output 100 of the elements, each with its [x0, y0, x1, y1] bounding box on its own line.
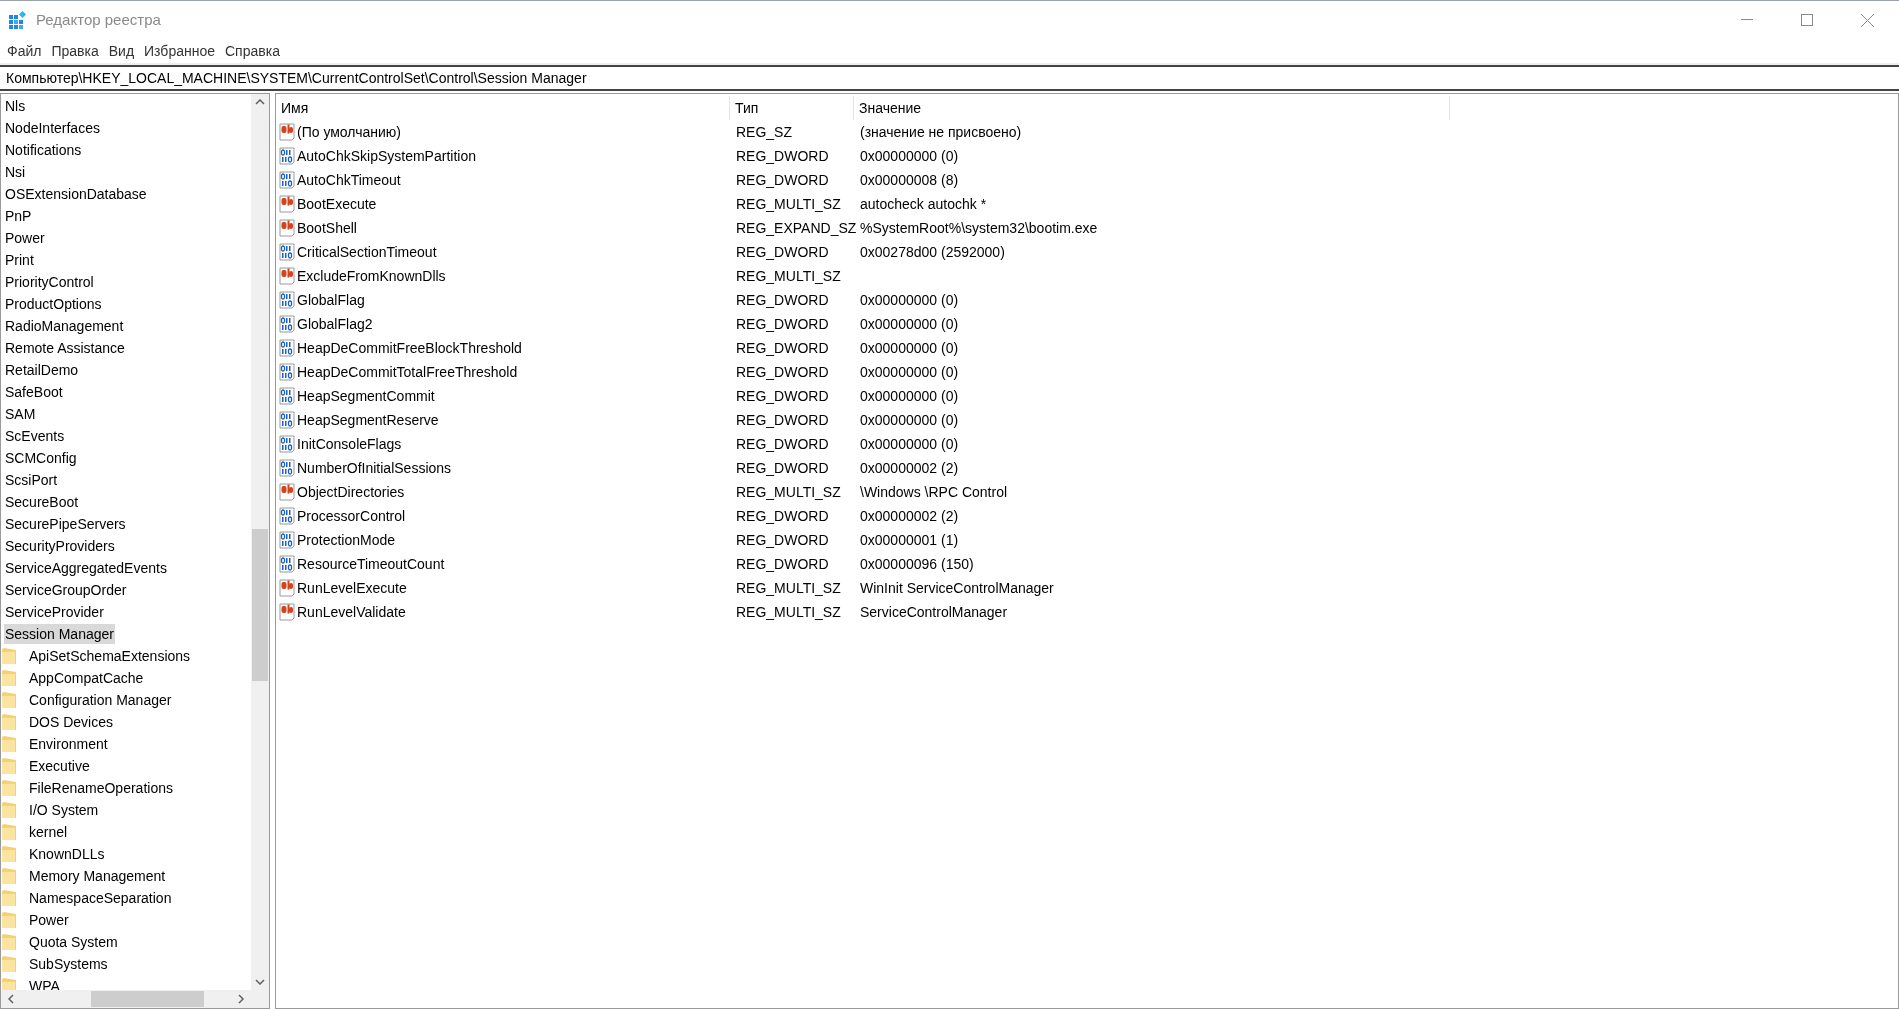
- tree-item[interactable]: SAM: [4, 404, 37, 424]
- tree-item[interactable]: NamespaceSeparation: [28, 888, 173, 908]
- tree-item[interactable]: Notifications: [4, 140, 83, 160]
- tree-item[interactable]: I/O System: [28, 800, 100, 820]
- value-name[interactable]: GlobalFlag2: [297, 313, 373, 335]
- menu-item[interactable]: Избранное: [139, 40, 220, 62]
- tree-item[interactable]: SecurePipeServers: [4, 514, 127, 534]
- value-name[interactable]: GlobalFlag: [297, 289, 365, 311]
- tree-item[interactable]: Power: [28, 910, 70, 930]
- value-name[interactable]: ProtectionMode: [297, 529, 396, 551]
- tree-item[interactable]: Configuration Manager: [28, 690, 173, 710]
- value-name[interactable]: HeapDeCommitTotalFreeThreshold: [297, 361, 518, 383]
- tree-item[interactable]: PriorityControl: [4, 272, 95, 292]
- tree-item[interactable]: Session Manager: [4, 624, 115, 644]
- folder-icon: [2, 780, 16, 796]
- value-name[interactable]: HeapSegmentCommit: [297, 385, 435, 407]
- value-name[interactable]: ResourceTimeoutCount: [297, 553, 445, 575]
- tree-item[interactable]: Remote Assistance: [4, 338, 126, 358]
- column-header[interactable]: Имя: [276, 96, 730, 120]
- tree-item[interactable]: SecureBoot: [4, 492, 80, 512]
- tree-item[interactable]: ServiceGroupOrder: [4, 580, 128, 600]
- tree-item[interactable]: OSExtensionDatabase: [4, 184, 148, 204]
- menu-item[interactable]: Справка: [220, 40, 285, 62]
- value-type: REG_SZ: [735, 122, 793, 142]
- menu-item[interactable]: Файл: [2, 40, 47, 62]
- value-type: REG_DWORD: [735, 242, 830, 262]
- value-data: (значение не присвоено): [859, 122, 1022, 142]
- value-data: WinInit ServiceControlManager: [859, 578, 1054, 598]
- value-type: REG_DWORD: [735, 506, 830, 526]
- registry-app-icon: [9, 11, 27, 29]
- tree-item[interactable]: NodeInterfaces: [4, 118, 101, 138]
- tree-item[interactable]: ServiceProvider: [4, 602, 105, 622]
- tree-item[interactable]: SafeBoot: [4, 382, 64, 402]
- value-name[interactable]: BootShell: [297, 217, 357, 239]
- value-type: REG_DWORD: [735, 338, 830, 358]
- tree-item[interactable]: Power: [4, 228, 46, 248]
- menu-item[interactable]: Правка: [46, 40, 104, 62]
- tree-item[interactable]: DOS Devices: [28, 712, 115, 732]
- folder-icon: [2, 714, 16, 730]
- tree-item[interactable]: FileRenameOperations: [28, 778, 174, 798]
- tree-item[interactable]: ScEvents: [4, 426, 66, 446]
- value-data: 0x00000000 (0): [859, 290, 959, 310]
- binary-value-icon: [279, 507, 295, 525]
- tree-item[interactable]: ApiSetSchemaExtensions: [28, 646, 192, 666]
- column-header[interactable]: Значение: [854, 96, 1450, 120]
- value-name[interactable]: InitConsoleFlags: [297, 433, 402, 455]
- tree-item[interactable]: ScsiPort: [4, 470, 59, 490]
- value-name[interactable]: NumberOfInitialSessions: [297, 457, 452, 479]
- tree-item[interactable]: Executive: [28, 756, 91, 776]
- address-bar[interactable]: Компьютер\HKEY_LOCAL_MACHINE\SYSTEM\CurrentControlSet\Control\Session Manager: [0, 65, 1899, 91]
- value-name[interactable]: (По умолчанию): [297, 121, 401, 143]
- close-icon: [1860, 13, 1874, 27]
- tree-item[interactable]: RetailDemo: [4, 360, 80, 380]
- value-type: REG_EXPAND_SZ: [735, 218, 854, 238]
- binary-value-icon: [279, 291, 295, 309]
- binary-value-icon: [279, 459, 295, 477]
- folder-icon: [2, 648, 16, 664]
- horizontal-scrollbar[interactable]: [1, 990, 269, 1008]
- value-type: REG_DWORD: [735, 290, 830, 310]
- scrollbar-thumb[interactable]: [91, 991, 204, 1007]
- binary-value-icon: [279, 171, 295, 189]
- value-name[interactable]: CriticalSectionTimeout: [297, 241, 437, 263]
- value-name[interactable]: RunLevelValidate: [297, 601, 406, 623]
- tree-item[interactable]: SCMConfig: [4, 448, 78, 468]
- tree-item[interactable]: SecurityProviders: [4, 536, 116, 556]
- scroll-up-icon: [255, 99, 265, 105]
- value-name[interactable]: HeapDeCommitFreeBlockThreshold: [297, 337, 522, 359]
- binary-value-icon: [279, 435, 295, 453]
- value-data: 0x00000000 (0): [859, 386, 959, 406]
- folder-icon: [2, 978, 16, 990]
- vertical-scrollbar[interactable]: [251, 94, 269, 990]
- tree-item[interactable]: PnP: [4, 206, 33, 226]
- tree-item[interactable]: kernel: [28, 822, 69, 842]
- folder-icon: [2, 670, 16, 686]
- tree-item[interactable]: Nsi: [4, 162, 27, 182]
- tree-item[interactable]: AppCompatCache: [28, 668, 145, 688]
- value-name[interactable]: RunLevelExecute: [297, 577, 407, 599]
- scrollbar-thumb[interactable]: [252, 529, 268, 681]
- tree-item[interactable]: KnownDLLs: [28, 844, 106, 864]
- value-name[interactable]: ProcessorControl: [297, 505, 406, 527]
- tree-item[interactable]: Nls: [4, 96, 27, 116]
- value-name[interactable]: AutoChkSkipSystemPartition: [297, 145, 476, 167]
- tree-item[interactable]: ProductOptions: [4, 294, 103, 314]
- tree-item[interactable]: Print: [4, 250, 35, 270]
- tree-item[interactable]: RadioManagement: [4, 316, 125, 336]
- value-name[interactable]: ExcludeFromKnownDlls: [297, 265, 446, 287]
- tree-item[interactable]: SubSystems: [28, 954, 109, 974]
- value-name[interactable]: BootExecute: [297, 193, 377, 215]
- value-type: REG_DWORD: [735, 530, 830, 550]
- value-type: REG_MULTI_SZ: [735, 266, 842, 286]
- tree-item[interactable]: Memory Management: [28, 866, 167, 886]
- tree-item[interactable]: Quota System: [28, 932, 119, 952]
- value-name[interactable]: HeapSegmentReserve: [297, 409, 439, 431]
- tree-item[interactable]: ServiceAggregatedEvents: [4, 558, 168, 578]
- value-name[interactable]: AutoChkTimeout: [297, 169, 401, 191]
- value-name[interactable]: ObjectDirectories: [297, 481, 405, 503]
- text-value-icon: [279, 123, 295, 141]
- tree-item[interactable]: Environment: [28, 734, 109, 754]
- column-header[interactable]: Тип: [730, 96, 854, 120]
- menu-item[interactable]: Вид: [103, 40, 140, 62]
